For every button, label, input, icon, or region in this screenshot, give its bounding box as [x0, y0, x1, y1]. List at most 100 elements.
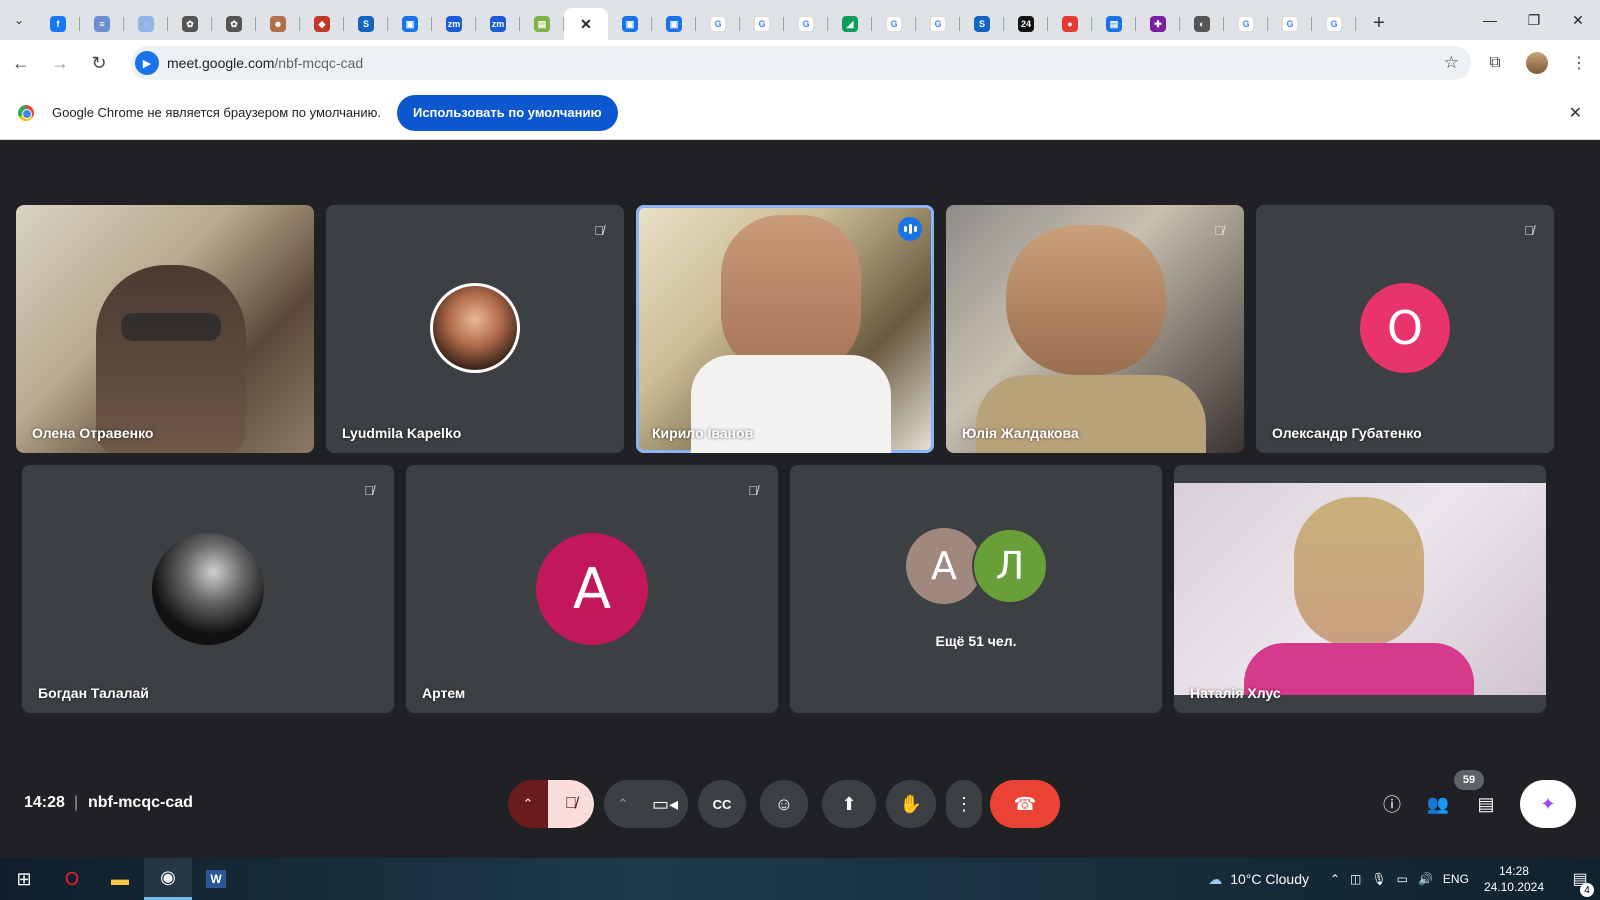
- taskbar-clock[interactable]: 14:28 24.10.2024: [1484, 863, 1544, 895]
- new-tab-button[interactable]: +: [1364, 8, 1394, 38]
- browser-tab[interactable]: G: [696, 8, 740, 40]
- browser-tab[interactable]: ●: [1048, 8, 1092, 40]
- google-icon: G: [1238, 16, 1254, 32]
- avatar-icon: ☻: [270, 16, 286, 32]
- others-tile[interactable]: А Л Ещё 51 чел.: [790, 465, 1162, 713]
- browser-tab[interactable]: ▣: [388, 8, 432, 40]
- browser-tab[interactable]: ▤: [520, 8, 564, 40]
- chrome-taskbar-icon[interactable]: ◉: [144, 858, 192, 900]
- chart-icon: ◢: [842, 16, 858, 32]
- chat-button[interactable]: ▤: [1464, 780, 1508, 828]
- volume-icon[interactable]: 🔊: [1418, 872, 1433, 886]
- browser-tab[interactable]: G: [916, 8, 960, 40]
- minimize-button[interactable]: —: [1468, 0, 1512, 40]
- menu-kebab-icon[interactable]: ⋮: [1561, 45, 1597, 81]
- notifications-button[interactable]: ▤ 4: [1560, 869, 1600, 897]
- browser-tab[interactable]: ▤: [1092, 8, 1136, 40]
- battery-icon[interactable]: ▭: [1397, 872, 1408, 886]
- camera-icon[interactable]: ▶: [135, 51, 159, 75]
- clock-date: 24.10.2024: [1483, 880, 1544, 894]
- browser-tab[interactable]: G: [740, 8, 784, 40]
- mic-off-icon: 🎙̸: [748, 482, 758, 498]
- set-default-button[interactable]: Использовать по умолчанию: [396, 94, 618, 131]
- browser-tab[interactable]: ◌: [124, 8, 168, 40]
- notification-count: 4: [1580, 883, 1594, 897]
- people-button[interactable]: 👥: [1416, 780, 1460, 828]
- close-window-button[interactable]: ✕: [1556, 0, 1600, 40]
- mic-tray-icon[interactable]: 🎙: [1371, 872, 1386, 886]
- participant-tile[interactable]: Олена Отравенко: [16, 205, 314, 453]
- browser-tab[interactable]: ◢: [828, 8, 872, 40]
- more-options-button[interactable]: ⋮: [946, 780, 982, 828]
- show-hidden-icons-icon[interactable]: ⌃: [1330, 872, 1340, 886]
- address-bar[interactable]: ▶ meet.google.com/nbf-mcqc-cad ☆: [131, 46, 1471, 80]
- browser-tab[interactable]: f: [36, 8, 80, 40]
- browser-tab[interactable]: G: [872, 8, 916, 40]
- browser-tab[interactable]: G: [1312, 8, 1356, 40]
- raise-hand-button[interactable]: ✋: [886, 780, 936, 828]
- browser-tab[interactable]: ▣: [652, 8, 696, 40]
- browser-tab[interactable]: S: [344, 8, 388, 40]
- browser-tab[interactable]: S: [960, 8, 1004, 40]
- browser-tab[interactable]: ◐: [1180, 8, 1224, 40]
- doc-icon: ▤: [1106, 16, 1122, 32]
- infobar-close-icon[interactable]: ✕: [1569, 103, 1582, 123]
- browser-tab[interactable]: zm: [476, 8, 520, 40]
- url-path: /nbf-mcqc-cad: [274, 55, 364, 71]
- back-button[interactable]: ←: [3, 45, 39, 81]
- browser-tab[interactable]: ✿: [212, 8, 256, 40]
- google-icon: G: [710, 16, 726, 32]
- participant-tile[interactable]: 🎙̸ О Олександр Губатенко: [1256, 205, 1554, 453]
- audio-options-chevron-icon[interactable]: ⌃: [508, 780, 548, 828]
- weather-widget[interactable]: ☁ 10°C Cloudy: [1208, 871, 1309, 888]
- video-options-chevron-icon[interactable]: ⌃: [604, 780, 642, 828]
- participant-tile[interactable]: 🎙̸ Наталія Хлус: [1174, 465, 1546, 713]
- default-browser-infobar: Google Chrome не является браузером по у…: [0, 86, 1600, 140]
- tab-active[interactable]: ✕: [564, 8, 608, 40]
- emoji-reactions-button[interactable]: ☺: [760, 780, 808, 828]
- browser-tab[interactable]: ✚: [1136, 8, 1180, 40]
- file-explorer-icon[interactable]: ▬: [96, 858, 144, 900]
- camera-toggle-button[interactable]: ▭◂: [642, 780, 688, 828]
- word-icon[interactable]: W: [192, 858, 240, 900]
- profile-button[interactable]: [1519, 45, 1555, 81]
- participant-tile[interactable]: 🎙̸ Lyudmila Kapelko: [326, 205, 624, 453]
- restore-button[interactable]: ❐: [1512, 0, 1556, 40]
- leave-call-button[interactable]: ☎: [990, 780, 1060, 828]
- chrome-logo-icon: [18, 104, 34, 121]
- extensions-icon[interactable]: ⧉: [1477, 45, 1513, 81]
- separator: |: [74, 794, 79, 811]
- meeting-info-button[interactable]: ⓘ: [1370, 780, 1414, 828]
- meeting-grid: Олена Отравенко 🎙̸ Lyudmila Kapelko Кири…: [0, 140, 1600, 858]
- language-indicator[interactable]: ENG: [1443, 872, 1469, 886]
- browser-tab[interactable]: 24: [1004, 8, 1048, 40]
- browser-tab[interactable]: zm: [432, 8, 476, 40]
- camera-tray-icon[interactable]: ◫: [1350, 872, 1361, 886]
- forward-button[interactable]: →: [42, 45, 78, 81]
- browser-tab[interactable]: G: [784, 8, 828, 40]
- browser-tab[interactable]: ≡: [80, 8, 124, 40]
- participant-name: Кирило Іванов: [652, 425, 754, 441]
- browser-tab[interactable]: G: [1268, 8, 1312, 40]
- participant-tile[interactable]: 🎙̸ Богдан Талалай: [22, 465, 394, 713]
- participant-tile[interactable]: 🎙̸ Юлія Жалдакова: [946, 205, 1244, 453]
- browser-tab[interactable]: ▣: [608, 8, 652, 40]
- browser-tab[interactable]: ✿: [168, 8, 212, 40]
- windows-start-icon[interactable]: ⊞: [0, 858, 48, 900]
- participant-tile[interactable]: 🎙̸ А Артем: [406, 465, 778, 713]
- browser-tab[interactable]: ☻: [256, 8, 300, 40]
- browser-tab[interactable]: ◆: [300, 8, 344, 40]
- gemini-button[interactable]: ✦: [1520, 780, 1576, 828]
- mic-toggle-button[interactable]: 🎙̸: [548, 780, 594, 828]
- tab-search-button[interactable]: ⌄: [8, 9, 30, 31]
- url-text[interactable]: meet.google.com/nbf-mcqc-cad: [167, 55, 363, 71]
- close-icon[interactable]: ✕: [578, 16, 594, 32]
- present-screen-button[interactable]: ⬆: [822, 780, 876, 828]
- browser-tab[interactable]: G: [1224, 8, 1268, 40]
- reload-button[interactable]: ↻: [81, 45, 117, 81]
- folder-icon: ▤: [534, 16, 550, 32]
- bookmark-star-icon[interactable]: ☆: [1444, 53, 1459, 73]
- opera-icon[interactable]: O: [48, 858, 96, 900]
- participant-tile[interactable]: Кирило Іванов: [636, 205, 934, 453]
- captions-button[interactable]: CC: [698, 780, 746, 828]
